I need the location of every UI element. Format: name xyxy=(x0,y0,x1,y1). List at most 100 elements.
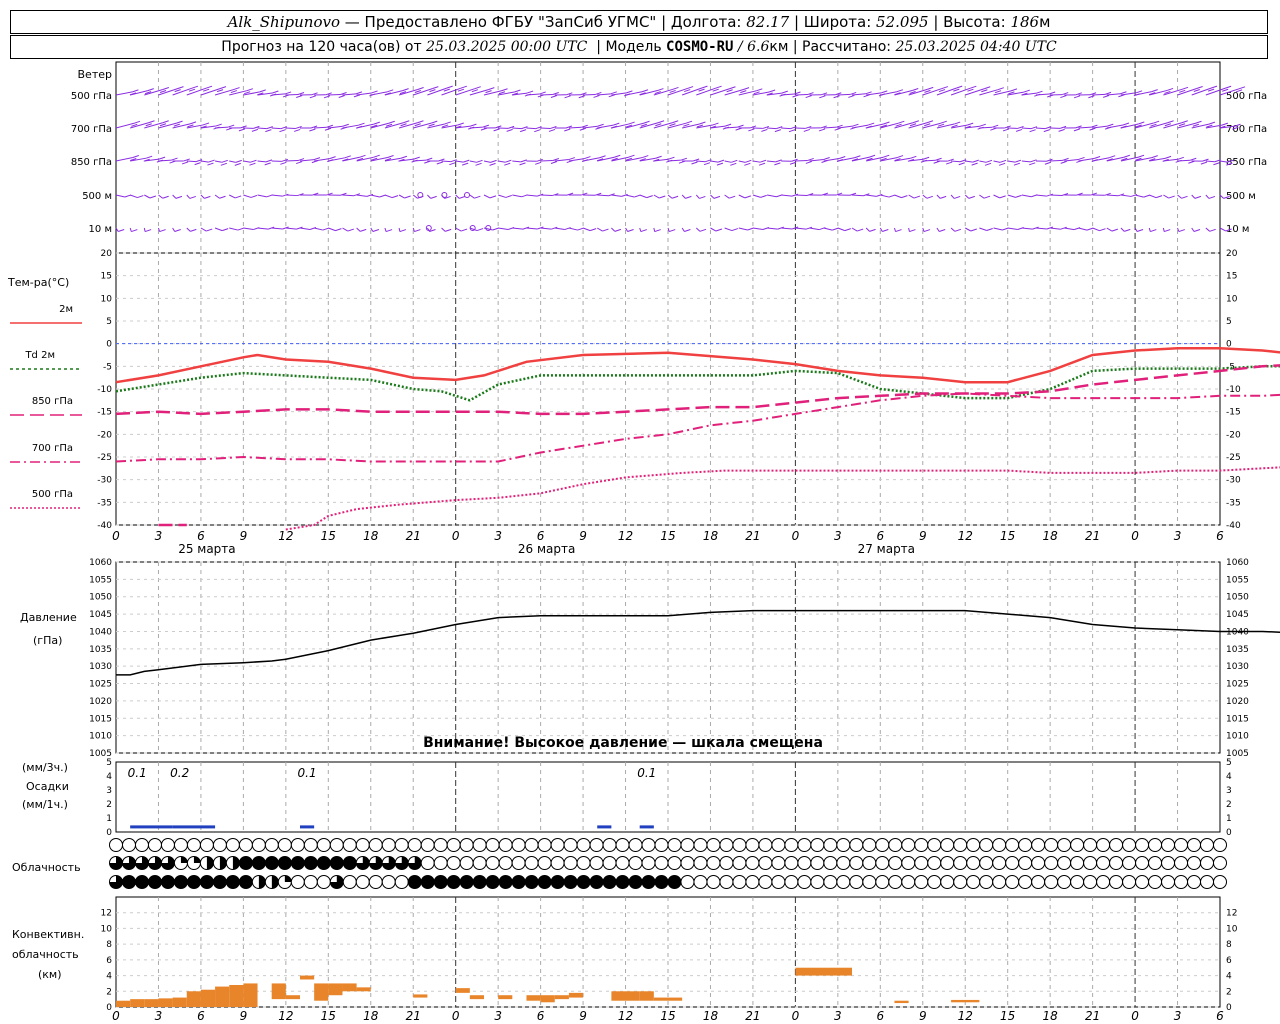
pressure-ytick-left: 1025 xyxy=(89,680,112,690)
wind-barb xyxy=(257,126,273,133)
wind-barb xyxy=(384,120,410,129)
cloud-cover-symbol xyxy=(758,856,773,870)
cloud-cover-symbol xyxy=(1135,838,1150,852)
wind-barb xyxy=(837,123,859,130)
cloud-cover-symbol xyxy=(147,875,162,889)
cloud-circle xyxy=(706,856,721,870)
cloud-circle xyxy=(238,856,253,870)
cloud-cover-symbol xyxy=(472,856,487,870)
wind-barb-feather xyxy=(584,156,591,160)
temp-ytick-right: -40 xyxy=(1226,521,1241,531)
wind-barb xyxy=(1021,126,1038,133)
cloud-circle xyxy=(901,856,916,870)
wind-barb-staff xyxy=(158,159,172,162)
cloud-circle xyxy=(810,856,825,870)
wind-barb xyxy=(893,227,902,233)
wind-barb-staff xyxy=(554,227,565,231)
wind-barb-feather xyxy=(730,162,737,166)
cloud-cover-symbol xyxy=(979,838,994,852)
precip-amount-label: 0.1 xyxy=(637,766,656,780)
cloud-cover-symbol xyxy=(1122,838,1137,852)
conv-bar xyxy=(498,995,513,1000)
wind-barb-feather xyxy=(1010,88,1018,92)
conv-bar xyxy=(455,988,470,993)
wind-barb-feather xyxy=(933,160,940,164)
wind-barb-staff xyxy=(427,194,432,199)
wind-barb-feather xyxy=(868,154,876,158)
wind-barb-staff xyxy=(540,194,553,197)
wind-barb-feather xyxy=(1138,121,1145,125)
wind-barb-feather xyxy=(205,85,213,89)
cloud-cover-symbol xyxy=(511,838,526,852)
wind-barb-feather xyxy=(462,162,469,166)
wind-barb-feather xyxy=(967,88,974,92)
pressure-ytick-left: 1050 xyxy=(89,593,112,603)
cloud-cover-symbol xyxy=(537,875,552,889)
cloud-cover-symbol xyxy=(511,856,526,870)
wind-barb-staff xyxy=(1007,227,1018,230)
wind-barb-staff xyxy=(158,194,163,199)
cloud-cover-symbol xyxy=(992,838,1007,852)
cloud-circle xyxy=(771,875,786,889)
wind-barb-staff xyxy=(851,194,864,197)
wind-barb-staff xyxy=(710,160,719,163)
wind-barb-staff xyxy=(229,227,239,231)
wind-barb xyxy=(186,227,197,232)
pressure-ytick-right: 1020 xyxy=(1226,697,1249,707)
wind-barb-feather xyxy=(444,121,451,125)
cloud-circle xyxy=(1148,856,1163,870)
wind-barb-staff xyxy=(979,160,987,163)
wind-barb xyxy=(568,227,584,231)
wind-barb-staff xyxy=(738,194,746,199)
cloud-circle xyxy=(498,856,513,870)
wind-barb-staff xyxy=(979,227,987,232)
wind-barb-staff xyxy=(172,194,177,199)
wind-barb-feather xyxy=(781,90,788,94)
wind-barb-feather xyxy=(474,86,481,90)
cloud-cover-symbol xyxy=(1174,856,1189,870)
wind-barb-staff xyxy=(696,160,706,163)
wind-barb-feather xyxy=(1209,228,1216,232)
precip-ytick-right: 0 xyxy=(1226,828,1232,838)
cloud-circle xyxy=(290,875,305,889)
wind-barb-feather xyxy=(235,159,242,163)
wind-barb-feather xyxy=(881,90,888,94)
wind-barb xyxy=(1120,227,1131,232)
x-tick-label-bottom: 9 xyxy=(919,1009,927,1023)
wind-barb-feather xyxy=(535,161,542,165)
x-tick-label-bottom: 6 xyxy=(876,1009,884,1023)
cloud-circle xyxy=(771,856,786,870)
cloud-circle xyxy=(355,838,370,852)
cloud-cover-symbol xyxy=(576,875,591,889)
wind-barb-staff xyxy=(328,227,336,232)
wind-barb-feather xyxy=(145,123,152,127)
cloud-cover-symbol xyxy=(862,875,877,889)
cloud-circle xyxy=(459,875,474,889)
wind-barb-staff xyxy=(752,160,761,163)
cloud-circle xyxy=(446,875,461,889)
cloud-cover-symbol xyxy=(1213,838,1227,852)
wind-barb-staff xyxy=(781,194,793,197)
wind-barb xyxy=(129,194,144,199)
wind-barb-feather xyxy=(457,88,465,92)
wind-barb-feather xyxy=(250,159,257,163)
wind-barb-staff xyxy=(653,194,660,199)
cloud-circle xyxy=(1109,856,1124,870)
wind-barb xyxy=(229,194,242,199)
cloud-circle xyxy=(1057,856,1072,870)
wind-barb-staff xyxy=(526,127,536,130)
cloud-cover-symbol xyxy=(849,838,864,852)
wind-barb-feather xyxy=(1049,91,1056,95)
pressure-ytick-right: 1040 xyxy=(1226,627,1249,637)
cloud-cover-symbol xyxy=(1135,875,1150,889)
wind-barb-feather xyxy=(234,162,241,166)
cloud-quarter xyxy=(193,856,201,863)
wind-barb-feather xyxy=(640,229,647,233)
cloud-cover-symbol xyxy=(446,838,461,852)
cloud-circle xyxy=(550,838,565,852)
cloud-cover-symbol xyxy=(953,838,968,852)
wind-barb-feather xyxy=(1193,89,1200,92)
wind-barb xyxy=(653,227,661,233)
cloud-circle xyxy=(680,838,695,852)
wind-barb-feather xyxy=(654,229,661,233)
